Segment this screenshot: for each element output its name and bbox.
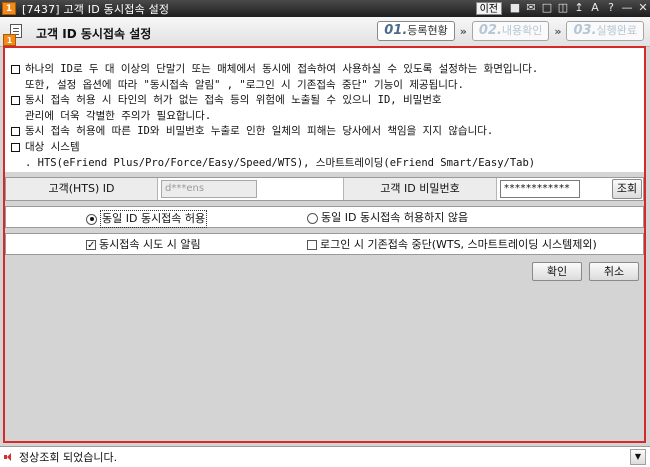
notice-text: 동시 접속 허용 시 타인의 허가 없는 접속 등의 위험에 노출될 수 있으니…	[25, 93, 442, 106]
notice-text: 관리에 더욱 각별한 주의가 필요합니다.	[25, 110, 212, 123]
notice-box: 하나의 ID로 두 대 이상의 단말기 또는 매체에서 동시에 접속하여 사용하…	[5, 48, 644, 172]
notice-text: 대상 시스템	[25, 141, 80, 154]
id-label: 고객(HTS) ID	[6, 178, 158, 200]
step-1-number: 01.	[384, 23, 408, 38]
allow-label: 동일 ID 동시접속 허용	[100, 210, 208, 228]
square-bullet-icon	[11, 124, 25, 140]
speaker-icon	[4, 452, 14, 462]
password-field[interactable]: ************	[500, 180, 580, 198]
step-indicator: 01.등록현황 » 02.내용확인 » 03.실행완료	[377, 21, 644, 41]
title-bar: 1 [7437] 고객 ID 동시접속 설정 이전 ■ ✉ □ ◫ ↥ A ? …	[0, 0, 650, 17]
close-icon[interactable]: ✕	[636, 1, 650, 15]
step-3-number: 03.	[573, 23, 597, 38]
allow-option[interactable]: 동일 ID 동시접속 허용	[86, 210, 208, 228]
panel-badge: 1	[3, 34, 16, 46]
prev-link[interactable]: 이전	[475, 1, 502, 15]
notice-text: 또한, 설정 옵션에 따라 "동시접속 알림" , "로그인 시 기존접속 중단…	[25, 79, 464, 92]
notice-line: 관리에 더욱 각별한 주의가 필요합니다.	[11, 109, 644, 123]
step-3: 03.실행완료	[566, 21, 644, 41]
id-field: d***ens	[161, 180, 257, 198]
notice-line: 동시 접속 허용에 따른 ID와 비밀번호 누출로 인한 일체의 피해는 당사에…	[11, 124, 644, 140]
notice-text: 하나의 ID로 두 대 이상의 단말기 또는 매체에서 동시에 접속하여 사용하…	[25, 63, 539, 75]
page-title: 고객 ID 동시접속 설정	[36, 27, 152, 41]
deny-radio[interactable]	[307, 212, 318, 224]
credentials-row: 고객(HTS) ID d***ens 고객 ID 비밀번호 **********…	[5, 177, 644, 201]
step-2: 02.내용확인	[471, 21, 550, 41]
app-badge: 1	[2, 2, 16, 15]
stop-session-label: 로그인 시 기존접속 중단(WTS, 스마트트레이딩 시스템제외)	[320, 238, 597, 251]
square-bullet-icon	[11, 62, 25, 78]
allow-radio[interactable]	[86, 213, 97, 225]
deny-option[interactable]: 동일 ID 동시접속 허용하지 않음	[307, 210, 468, 226]
pin-icon[interactable]: ↥	[572, 1, 586, 15]
notice-line: 대상 시스템	[11, 140, 644, 156]
main-panel: 하나의 ID로 두 대 이상의 단말기 또는 매체에서 동시에 접속하여 사용하…	[3, 46, 646, 443]
deny-label: 동일 ID 동시접속 허용하지 않음	[321, 211, 469, 224]
cancel-button[interactable]: 취소	[589, 262, 639, 281]
title-bar-tools: 이전 ■ ✉ □ ◫ ↥ A ? — ✕	[475, 1, 650, 15]
notice-text: . HTS(eFriend Plus/Pro/Force/Easy/Speed/…	[25, 157, 536, 170]
status-message: 정상조회 되었습니다.	[19, 451, 118, 464]
notification-option-row: ✓ 동시접속 시도 시 알림 로그인 시 기존접속 중단(WTS, 스마트트레이…	[5, 233, 644, 255]
square-bullet-icon	[11, 140, 25, 156]
step-2-label: 내용확인	[501, 24, 543, 37]
password-label: 고객 ID 비밀번호	[343, 178, 497, 200]
notice-line: 하나의 ID로 두 대 이상의 단말기 또는 매체에서 동시에 접속하여 사용하…	[11, 62, 644, 78]
notice-line: 동시 접속 허용 시 타인의 허가 없는 접속 등의 위험에 노출될 수 있으니…	[11, 93, 644, 109]
notify-option[interactable]: ✓ 동시접속 시도 시 알림	[86, 237, 201, 253]
stop-session-checkbox[interactable]	[307, 240, 317, 250]
step-separator-icon: »	[459, 24, 467, 38]
square-bullet-icon	[11, 93, 25, 109]
status-bar: 정상조회 되었습니다. ▼	[0, 446, 650, 467]
mail-icon[interactable]: ✉	[524, 1, 538, 15]
step-1: 01.등록현황	[377, 21, 455, 41]
chevron-down-icon[interactable]: ▼	[630, 449, 646, 465]
access-option-row: 동일 ID 동시접속 허용 동일 ID 동시접속 허용하지 않음	[5, 206, 644, 228]
window-title: [7437] 고객 ID 동시접속 설정	[22, 2, 170, 16]
step-1-label: 등록현황	[407, 24, 448, 37]
stop-session-option[interactable]: 로그인 시 기존접속 중단(WTS, 스마트트레이딩 시스템제외)	[307, 237, 597, 253]
notify-checkbox[interactable]: ✓	[86, 240, 96, 251]
bookmark-icon[interactable]: ◫	[556, 1, 570, 15]
confirm-button[interactable]: 확인	[532, 262, 582, 281]
notice-text: 동시 접속 허용에 따른 ID와 비밀번호 누출로 인한 일체의 피해는 당사에…	[25, 124, 494, 137]
minimize-icon[interactable]: —	[620, 1, 634, 15]
lookup-button[interactable]: 조회	[612, 179, 642, 199]
step-3-label: 실행완료	[596, 24, 637, 37]
notice-line: . HTS(eFriend Plus/Pro/Force/Easy/Speed/…	[11, 156, 644, 170]
step-2-number: 02.	[478, 23, 502, 38]
help-icon[interactable]: ?	[604, 1, 618, 15]
step-separator-icon: »	[554, 24, 562, 38]
screen-header: 고객 ID 동시접속 설정 01.등록현황 » 02.내용확인 » 03.실행완…	[0, 17, 650, 47]
notice-line: 또한, 설정 옵션에 따라 "동시접속 알림" , "로그인 시 기존접속 중단…	[11, 78, 644, 92]
font-size-icon[interactable]: A	[588, 1, 602, 15]
screen-icon[interactable]: □	[540, 1, 554, 15]
lock-icon[interactable]: ■	[508, 1, 522, 15]
notify-label: 동시접속 시도 시 알림	[99, 238, 201, 251]
